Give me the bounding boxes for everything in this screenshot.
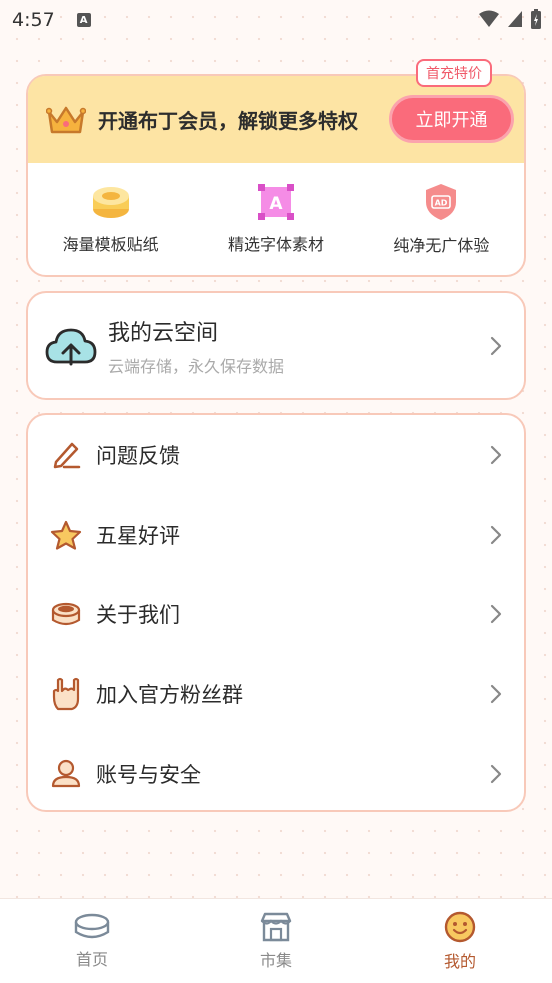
chevron-right-icon: [490, 764, 502, 784]
feature-no-ads[interactable]: AD 纯净无广体验: [359, 163, 524, 275]
svg-text:AD: AD: [435, 199, 448, 208]
vip-banner[interactable]: 开通布丁会员，解锁更多特权 立即开通 首充特价: [28, 59, 524, 163]
tab-home[interactable]: 首页: [0, 899, 184, 983]
tab-label: 首页: [75, 950, 108, 969]
smiley-icon: [444, 911, 476, 943]
rock-hand-icon: [52, 678, 80, 711]
feature-label: 精选字体素材: [227, 235, 324, 254]
feature-label: 海量模板贴纸: [62, 235, 159, 254]
cloud-title: 我的云空间: [108, 320, 219, 346]
chevron-right-icon: [490, 445, 502, 464]
menu-item-account[interactable]: 账号与安全: [28, 734, 524, 814]
feature-templates[interactable]: 海量模板贴纸: [28, 163, 193, 275]
cloud-subtitle: 云端存储，永久保存数据: [108, 356, 285, 376]
vip-features: 海量模板贴纸 A 精选字体素材 AD 纯净无广体验: [28, 163, 524, 275]
star-icon: [50, 520, 82, 550]
chevron-right-icon: [490, 605, 502, 624]
cloud-text: 我的云空间 云端存储，永久保存数据: [108, 315, 284, 377]
menu-label: 问题反馈: [96, 443, 180, 468]
first-charge-badge: 首充特价: [416, 59, 492, 87]
user-icon: [51, 759, 81, 788]
svg-text:A: A: [269, 194, 283, 214]
menu-label: 加入官方粉丝群: [96, 683, 243, 708]
chevron-right-icon: [490, 336, 502, 355]
menu-label: 五星好评: [96, 523, 180, 548]
chevron-right-icon: [490, 525, 502, 544]
open-vip-button[interactable]: 立即开通: [389, 95, 514, 143]
no-ad-shield-icon: AD: [426, 184, 457, 220]
vip-card: 开通布丁会员，解锁更多特权 立即开通 首充特价 海量模板贴纸 A 精选字体素材: [26, 59, 526, 277]
chevron-right-icon: [490, 685, 502, 704]
wifi-icon: [479, 10, 499, 27]
status-time: 4:57: [12, 9, 55, 31]
menu-item-about[interactable]: 关于我们: [28, 575, 524, 655]
menu-item-rate[interactable]: 五星好评: [28, 495, 524, 575]
battery-icon: [531, 9, 541, 29]
menu-item-fan-group[interactable]: 加入官方粉丝群: [28, 654, 524, 734]
cloud-space-card[interactable]: 我的云空间 云端存储，永久保存数据: [26, 291, 526, 400]
tab-label: 我的: [443, 952, 476, 971]
font-icon: A: [257, 184, 294, 220]
crown-icon: [46, 106, 86, 133]
status-bar: 4:57 A: [0, 0, 552, 40]
menu-label: 关于我们: [96, 603, 180, 628]
tab-mine[interactable]: 我的: [368, 899, 552, 983]
signal-icon: [508, 11, 522, 27]
bottom-tab-bar: 首页 市集 我的: [0, 898, 552, 983]
vip-title: 开通布丁会员，解锁更多特权: [98, 109, 358, 133]
menu-label: 账号与安全: [96, 763, 201, 788]
feature-label: 纯净无广体验: [393, 236, 490, 255]
menu-item-feedback[interactable]: 问题反馈: [28, 415, 524, 495]
status-icons: [478, 8, 542, 30]
feature-fonts[interactable]: A 精选字体素材: [193, 163, 358, 275]
pudding-icon: [51, 603, 81, 626]
pudding-icon: [74, 913, 110, 939]
menu-card: 问题反馈 五星好评 关于我们 加入官方粉丝群 账号与安全: [26, 413, 526, 812]
pudding-icon: [92, 187, 129, 218]
shop-icon: [260, 912, 292, 942]
pencil-icon: [53, 442, 81, 469]
notification-icon: A: [76, 13, 91, 27]
cloud-upload-icon: [45, 328, 97, 365]
tab-market[interactable]: 市集: [184, 899, 368, 983]
tab-label: 市集: [259, 951, 292, 970]
